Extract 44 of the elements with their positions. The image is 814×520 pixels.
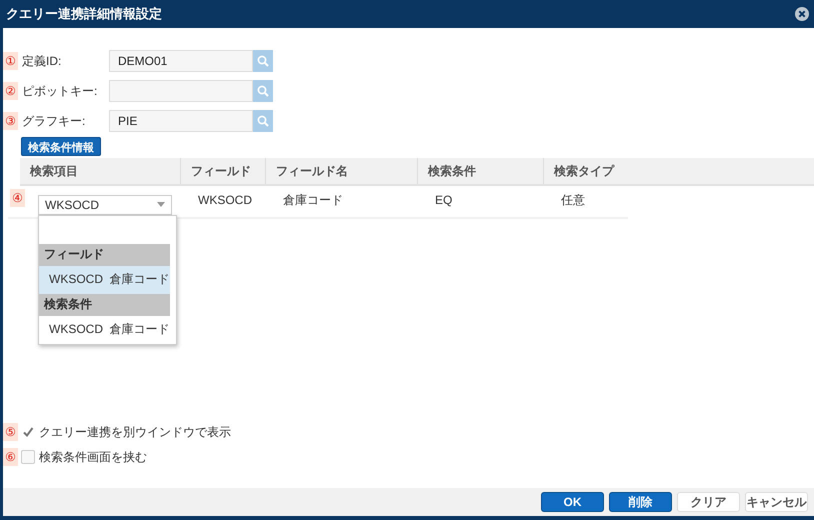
field-label: グラフキー:: [22, 112, 86, 130]
dialog-button[interactable]: 削除: [609, 492, 672, 512]
table-cell-text: EQ: [434, 192, 454, 209]
checkbox-label: クエリー連携を別ウインドウで表示: [39, 424, 231, 440]
close-icon[interactable]: [795, 7, 809, 21]
column-header: 検索条件: [417, 158, 543, 184]
dialog-button[interactable]: クリア: [677, 492, 740, 512]
checkbox-label: 検索条件画面を挟む: [39, 448, 147, 466]
step-marker: ④: [10, 188, 25, 206]
input-field[interactable]: DEMO01: [109, 50, 253, 72]
section-button[interactable]: 検索条件情報: [21, 137, 101, 156]
column-header: 検索項目: [28, 162, 79, 180]
table-cell-text: WKSOCD: [197, 192, 253, 209]
option-group-header: 検索条件: [39, 294, 170, 316]
dropdown-field[interactable]: WKSOCD: [38, 194, 172, 214]
checkbox[interactable]: [21, 450, 35, 464]
step-marker: ②: [3, 82, 18, 100]
table-cell-text: 倉庫コード: [282, 192, 344, 208]
step-marker: ⑤: [3, 423, 18, 441]
input-field[interactable]: [109, 80, 253, 102]
field-label: ピボットキー:: [22, 82, 98, 100]
search-button[interactable]: [253, 80, 273, 102]
search-icon: [257, 115, 269, 127]
dialog-button[interactable]: OK: [541, 492, 604, 512]
dialog-button[interactable]: キャンセル: [745, 492, 808, 512]
column-header: フィールド名: [265, 158, 417, 184]
column-header: 検索タイプ: [543, 158, 797, 184]
window-title: クエリー連携詳細情報設定: [6, 5, 162, 23]
search-button[interactable]: [253, 110, 273, 132]
search-icon: [257, 55, 269, 67]
step-marker: ③: [3, 112, 18, 130]
search-button[interactable]: [253, 50, 273, 72]
table-cell-text: 任意: [560, 192, 586, 208]
option-group-header: フィールド: [39, 244, 170, 266]
dropdown-option[interactable]: WKSOCD 倉庫コード: [39, 266, 170, 294]
input-field[interactable]: PIE: [109, 110, 253, 132]
column-header: フィールド: [180, 158, 265, 184]
field-label: 定義ID:: [22, 52, 62, 70]
checkbox[interactable]: [21, 425, 35, 439]
step-marker: ⑥: [3, 448, 18, 466]
search-icon: [257, 85, 269, 97]
dropdown-option[interactable]: WKSOCD 倉庫コード: [39, 316, 170, 344]
caret-icon: [157, 202, 165, 207]
step-marker: ①: [3, 52, 18, 70]
